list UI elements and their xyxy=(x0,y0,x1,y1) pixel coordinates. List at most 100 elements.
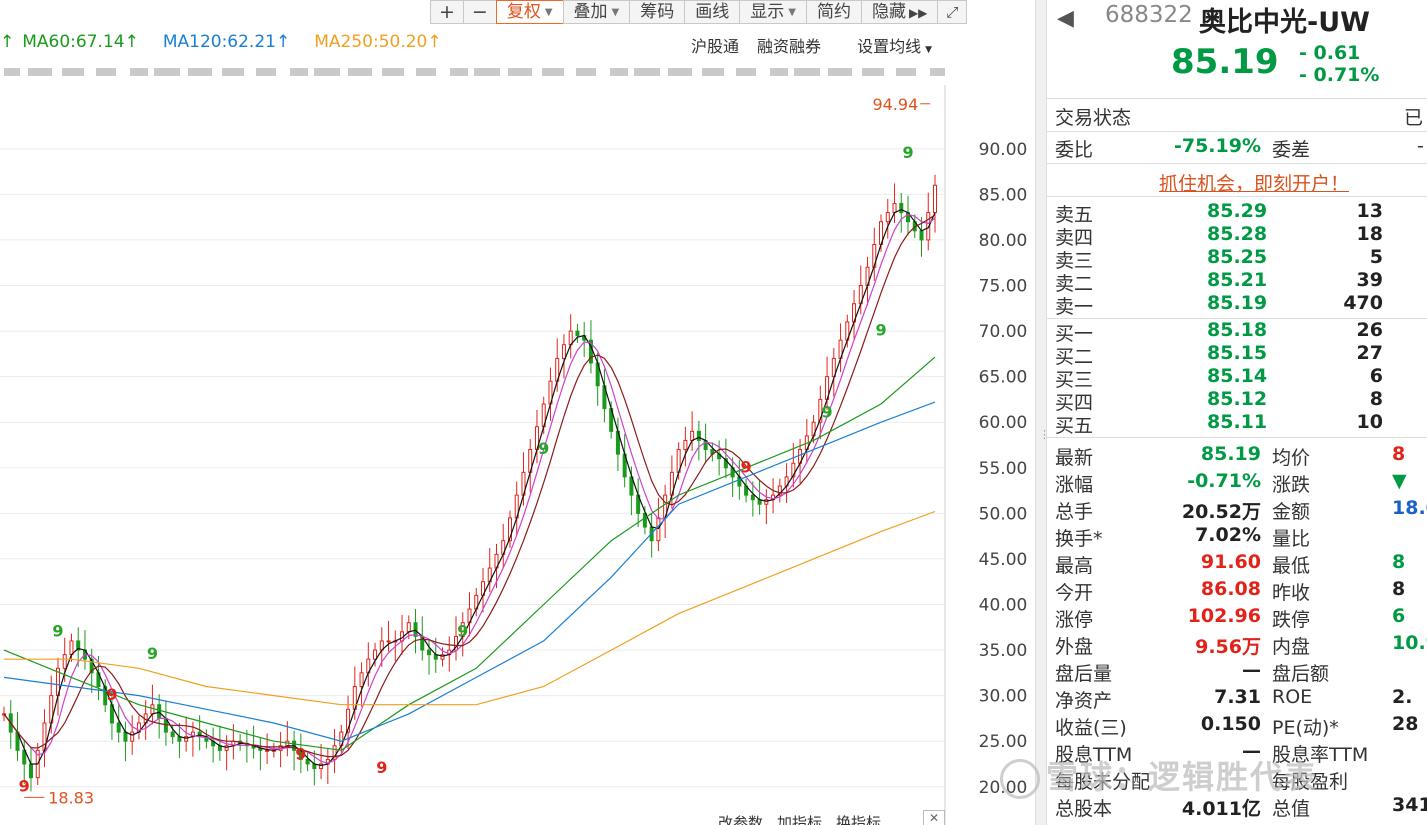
stat-value: -0.71% xyxy=(1187,470,1261,492)
caret-down-icon: ▼ xyxy=(925,45,932,55)
ma-legend: ↑ MA60:67.14↑ MA120:62.21↑ MA250:50.20↑ xyxy=(0,32,466,56)
bid-row[interactable]: 买一 85.18 26 xyxy=(1047,319,1427,345)
indicator-glyph xyxy=(474,68,500,76)
panel-splitter[interactable]: ⋮ xyxy=(1035,0,1050,825)
stock-code: 688322 xyxy=(1105,2,1193,28)
change-params-button[interactable]: 改参数 xyxy=(718,812,763,825)
ask-row[interactable]: 卖四 85.28 18 xyxy=(1047,223,1427,249)
bid-price: 85.15 xyxy=(1207,342,1268,364)
stat-label-2: 金额 xyxy=(1272,501,1311,523)
simple-button[interactable]: 简约 xyxy=(805,0,862,24)
divider xyxy=(1047,131,1427,132)
ma60-legend: MA60:67.14↑ xyxy=(22,32,139,52)
stat-label: 最高 xyxy=(1055,555,1094,577)
stat-label-2: ROE xyxy=(1272,686,1313,708)
stat-value-2: 28 xyxy=(1392,713,1419,735)
ask-row[interactable]: 卖三 85.25 5 xyxy=(1047,246,1427,272)
ask-volume: 470 xyxy=(1343,292,1383,314)
candle-body xyxy=(123,731,128,742)
indicator-glyph xyxy=(508,68,532,76)
ask-volume: 5 xyxy=(1369,246,1383,268)
switch-indicator-button[interactable]: 换指标 xyxy=(836,812,881,825)
indicator-glyph xyxy=(896,68,916,76)
stat-row: 涨停 102.96 跌停 6 xyxy=(1047,605,1427,631)
candle-body xyxy=(696,430,701,441)
zoom-in-button[interactable]: + xyxy=(430,0,464,24)
stat-row: 换手* 7.02% 量比 xyxy=(1047,524,1427,550)
close-icon[interactable]: ✕ xyxy=(923,810,945,825)
bid-price: 85.12 xyxy=(1207,388,1268,410)
td-count-label: 9 xyxy=(106,685,117,704)
td-count-label: 9 xyxy=(902,143,913,162)
hide-button[interactable]: 隐藏 ▶▶ xyxy=(860,0,939,24)
expand-icon[interactable]: ⤢ xyxy=(937,0,968,24)
bid-volume: 10 xyxy=(1356,411,1383,433)
chips-button[interactable]: 筹码 xyxy=(629,0,686,24)
ask-price: 85.19 xyxy=(1207,292,1268,314)
stat-row: 最新 85.19 均价 8 xyxy=(1047,443,1427,469)
candle-body xyxy=(919,230,924,241)
bid-row[interactable]: 买四 85.12 8 xyxy=(1047,388,1427,414)
zoom-out-button[interactable]: − xyxy=(462,0,497,24)
td-count-label: 9 xyxy=(295,744,306,763)
td-count-label: 9 xyxy=(875,321,886,340)
ask-volume: 39 xyxy=(1356,269,1383,291)
watermark-text: 雪球：逻辑胜代表 xyxy=(1046,758,1319,796)
overlay-button[interactable]: 叠加 ▼ xyxy=(562,0,631,24)
y-tick-label: 70.00 xyxy=(979,322,1028,342)
chart-links: 沪股通 融资融券 设置均线 ▼ xyxy=(673,33,932,57)
ma60-line xyxy=(3,356,936,751)
trade-status-value: 已 xyxy=(1404,107,1424,129)
candle-body xyxy=(224,745,229,751)
stat-row: 最高 91.60 最低 8 xyxy=(1047,551,1427,577)
hk-connect-link[interactable]: 沪股通 xyxy=(691,33,739,57)
ask-volume: 13 xyxy=(1356,200,1383,222)
candle-body xyxy=(899,202,904,214)
candlestick-chart[interactable]: 90.00 85.00 80.00 75.00 70.00 65.00 60.00 55.00… xyxy=(0,85,1035,825)
ma-settings-link[interactable]: 设置均线 ▼ xyxy=(839,33,932,57)
candle-body xyxy=(62,654,67,669)
indicator-glyph xyxy=(634,68,660,76)
stat-value-2: ▼ xyxy=(1392,470,1407,492)
display-button[interactable]: 显示 ▼ xyxy=(739,0,807,24)
ask-row[interactable]: 卖一 85.19 470 xyxy=(1047,292,1427,318)
y-tick-label: 80.00 xyxy=(979,231,1028,251)
ask-row[interactable]: 卖二 85.21 39 xyxy=(1047,269,1427,295)
left-triangle-icon[interactable]: ◀ xyxy=(1057,6,1074,31)
add-indicator-button[interactable]: 加指标 xyxy=(777,812,822,825)
indicator-glyph xyxy=(576,68,596,76)
y-tick-label: 50.00 xyxy=(979,504,1028,524)
ma-legend-lead: ↑ xyxy=(0,32,15,52)
double-right-arrow-icon: ▶▶ xyxy=(908,6,928,20)
weicha-label: 委差 xyxy=(1272,139,1311,161)
td-count-label: 9 xyxy=(457,621,468,640)
ma20-line xyxy=(3,214,936,758)
bid-row[interactable]: 买五 85.11 10 xyxy=(1047,411,1427,437)
trade-status-row: 交易状态 已 xyxy=(1047,103,1427,129)
bid-row[interactable]: 买三 85.14 6 xyxy=(1047,365,1427,391)
y-tick-label: 55.00 xyxy=(979,459,1028,479)
indicator-glyph xyxy=(382,68,404,76)
stat-label-2: PE(动)* xyxy=(1272,717,1339,739)
open-account-link[interactable]: 抓住机会，即刻开户！ xyxy=(1159,169,1349,196)
y-tick-label: 35.00 xyxy=(979,641,1028,661)
caret-down-icon: ▼ xyxy=(544,7,553,18)
td-count-label: 9 xyxy=(741,457,752,476)
stat-value: 7.31 xyxy=(1214,686,1261,708)
stat-value: 20.52万 xyxy=(1181,501,1261,523)
stat-label: 外盘 xyxy=(1055,636,1094,658)
adjust-button[interactable]: 复权 ▼ xyxy=(495,0,564,24)
bid-price: 85.18 xyxy=(1207,319,1268,341)
draw-button[interactable]: 画线 xyxy=(684,0,741,24)
bid-row[interactable]: 买二 85.15 27 xyxy=(1047,342,1427,368)
margin-trading-link[interactable]: 融资融券 xyxy=(757,33,821,57)
candle-body xyxy=(265,749,270,752)
stat-label-2: 内盘 xyxy=(1272,636,1311,658)
indicator-glyph xyxy=(862,68,884,76)
last-price: 85.19 xyxy=(1171,42,1279,82)
adjust-label: 复权 xyxy=(506,2,541,22)
bid-price: 85.14 xyxy=(1207,365,1268,387)
ask-row[interactable]: 卖五 85.29 13 xyxy=(1047,200,1427,226)
stat-value-2: 8 xyxy=(1392,443,1406,465)
ma120-legend: MA120:62.21↑ xyxy=(162,32,291,52)
